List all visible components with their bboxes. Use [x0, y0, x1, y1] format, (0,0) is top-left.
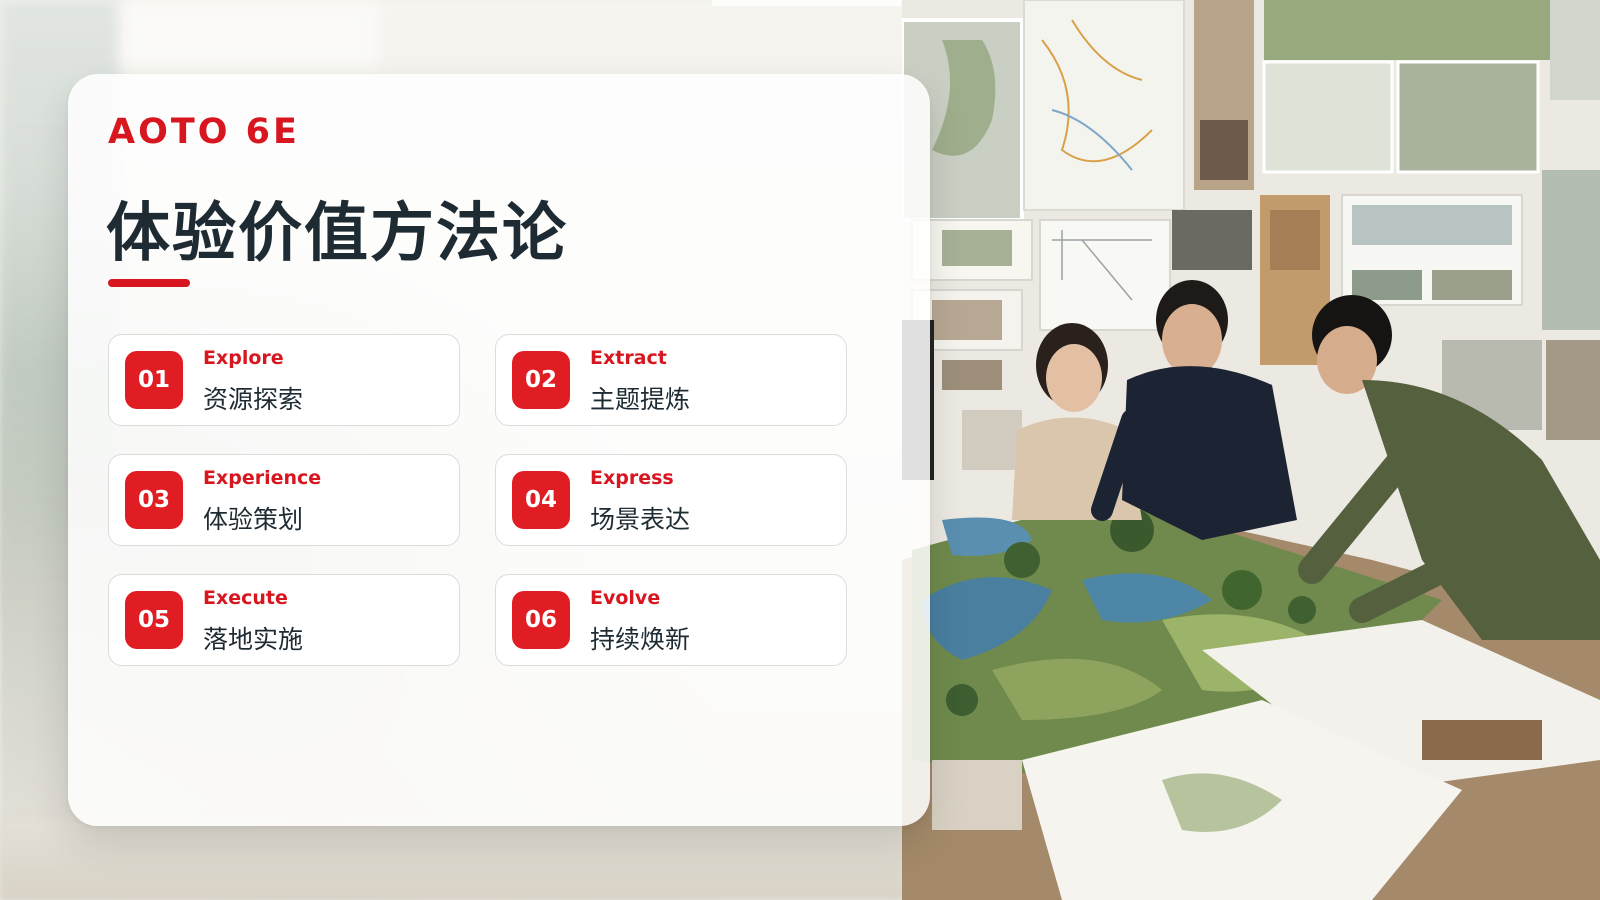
step-card-experience: 03 Experience 体验策划 — [108, 454, 460, 546]
title-underline — [108, 279, 190, 287]
step-english-label: Execute — [203, 587, 288, 609]
step-number-badge: 02 — [512, 351, 570, 409]
step-card-execute: 05 Execute 落地实施 — [108, 574, 460, 666]
page-title: 体验价值方法论 — [106, 197, 568, 271]
slide: AOTO 6E 体验价值方法论 01 Explore 资源探索 02 Extra… — [0, 0, 1600, 900]
methodology-card: AOTO 6E 体验价值方法论 01 Explore 资源探索 02 Extra… — [68, 74, 930, 826]
step-grid: 01 Explore 资源探索 02 Extract 主题提炼 03 Exper… — [108, 334, 848, 666]
step-english-label: Explore — [203, 347, 284, 369]
step-card-express: 04 Express 场景表达 — [495, 454, 847, 546]
step-english-label: Experience — [203, 467, 322, 489]
step-chinese-label: 体验策划 — [203, 505, 304, 534]
background-window-light — [120, 0, 380, 70]
step-chinese-label: 场景表达 — [590, 505, 691, 534]
step-chinese-label: 资源探索 — [203, 385, 304, 414]
step-number-badge: 03 — [125, 471, 183, 529]
step-card-extract: 02 Extract 主题提炼 — [495, 334, 847, 426]
team-planning-photo — [902, 0, 1600, 900]
background-floor — [0, 820, 905, 900]
photo-illustration — [902, 0, 1600, 900]
step-chinese-label: 落地实施 — [203, 625, 304, 654]
step-number-badge: 05 — [125, 591, 183, 649]
step-chinese-label: 主题提炼 — [590, 385, 691, 414]
step-card-explore: 01 Explore 资源探索 — [108, 334, 460, 426]
step-number-badge: 01 — [125, 351, 183, 409]
background-ceiling-rail — [712, 0, 902, 6]
step-english-label: Extract — [590, 347, 667, 369]
step-number-badge: 06 — [512, 591, 570, 649]
step-english-label: Evolve — [590, 587, 661, 609]
step-chinese-label: 持续焕新 — [590, 625, 691, 654]
step-number-badge: 04 — [512, 471, 570, 529]
step-english-label: Express — [590, 467, 674, 489]
step-card-evolve: 06 Evolve 持续焕新 — [495, 574, 847, 666]
brand-name: AOTO 6E — [108, 112, 300, 152]
